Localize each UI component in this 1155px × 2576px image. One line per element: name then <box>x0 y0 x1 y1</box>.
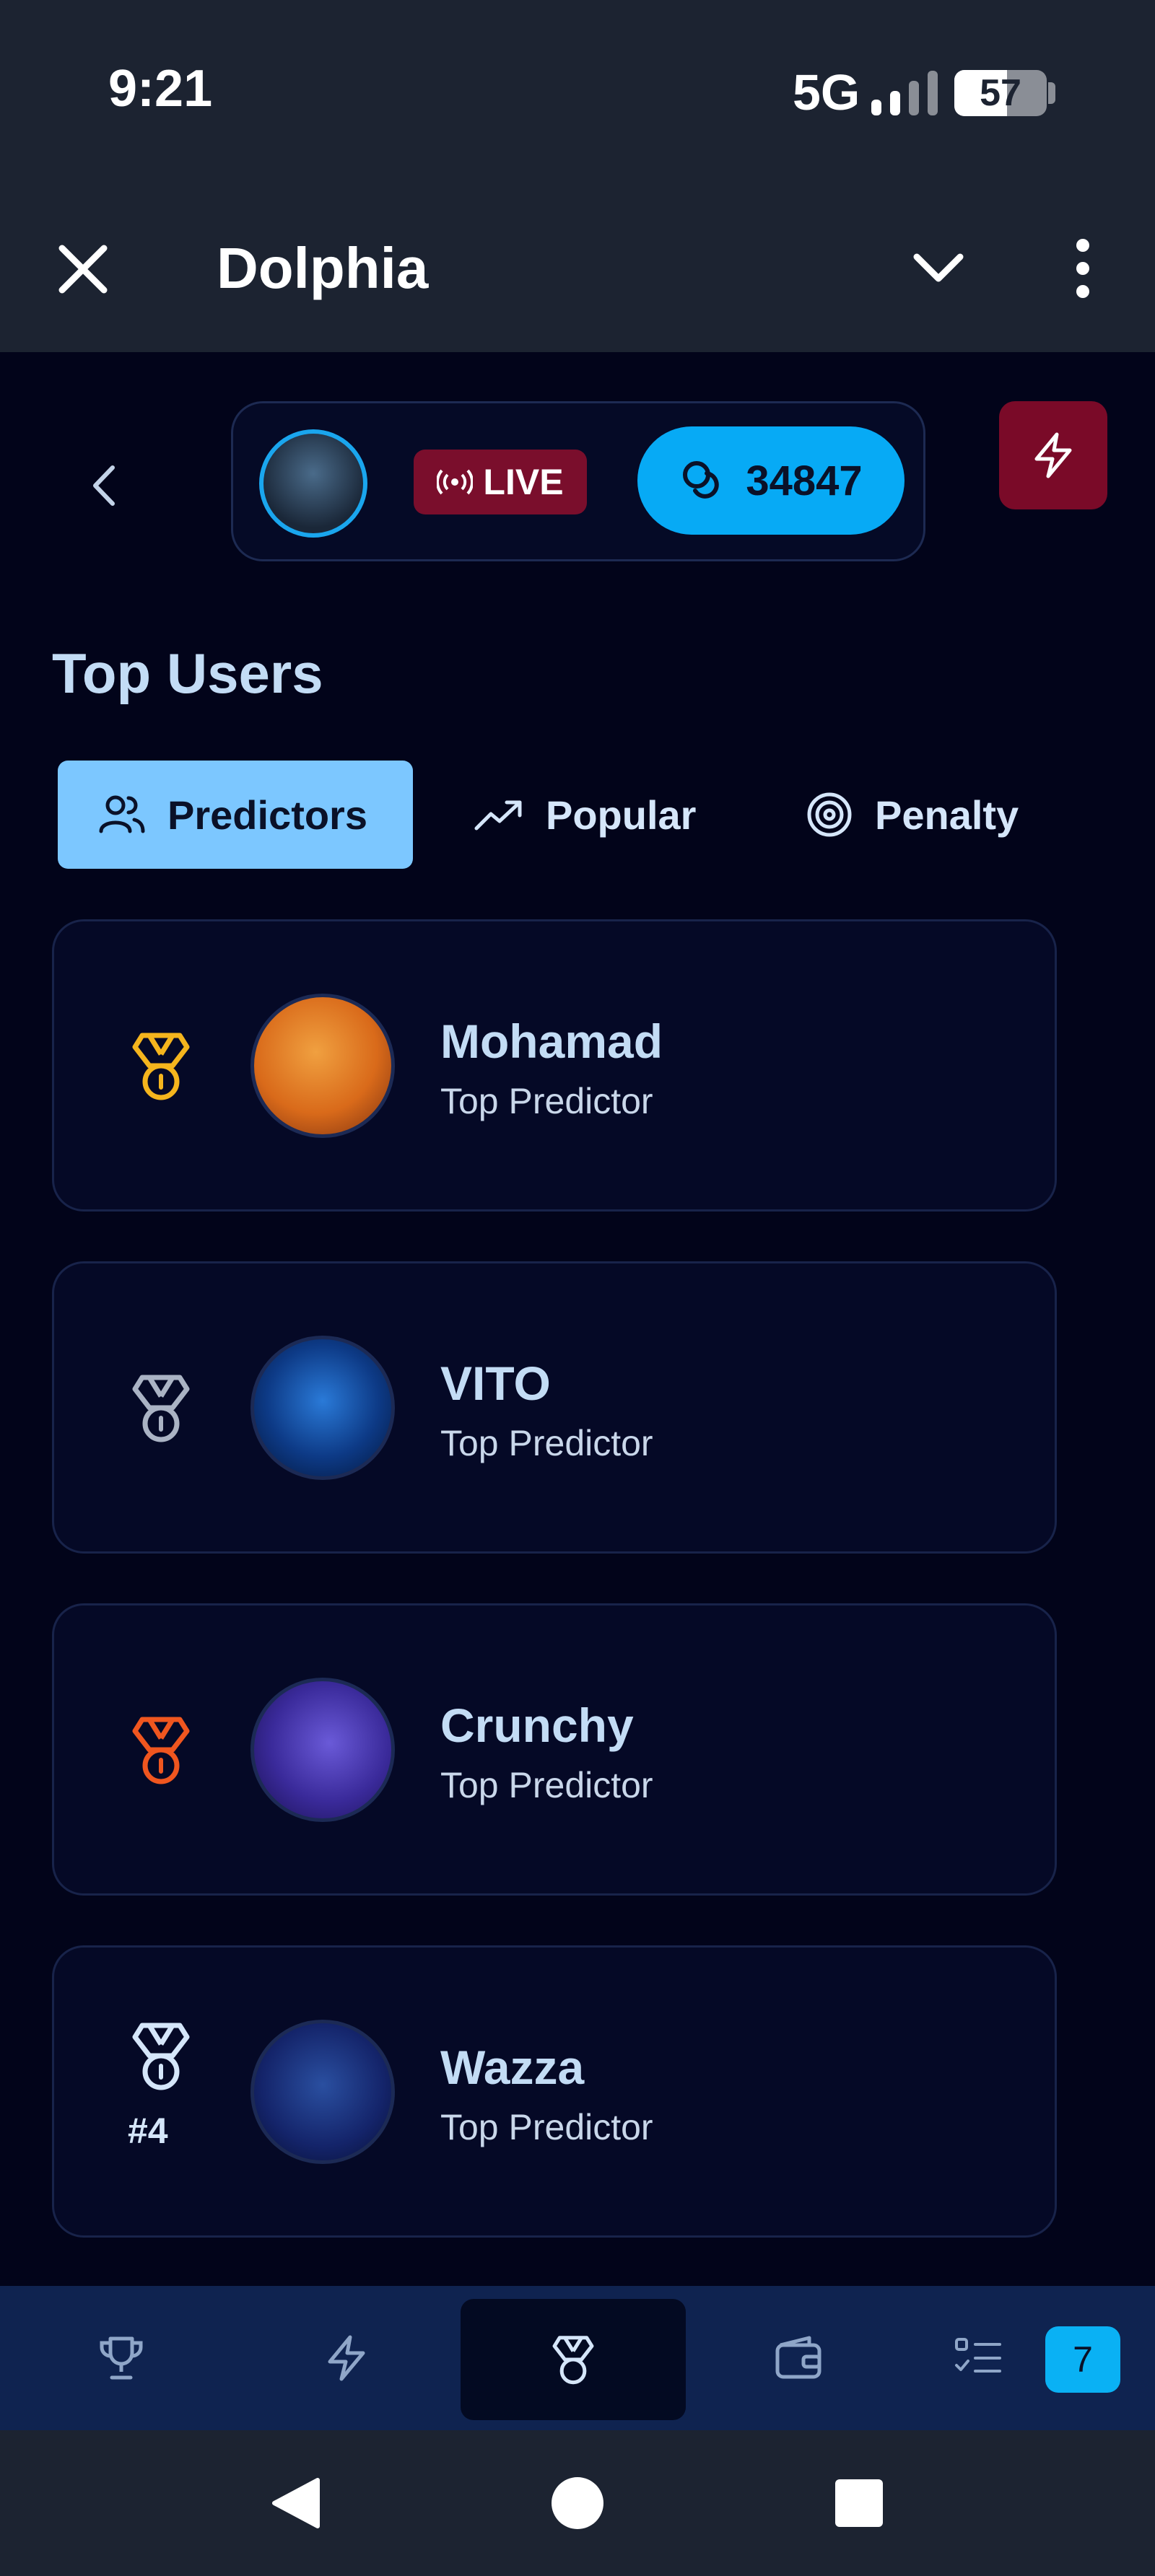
bolt-icon <box>1034 432 1072 478</box>
user-role: Top Predictor <box>440 1081 653 1121</box>
wallet-icon <box>775 2336 821 2379</box>
battery-percent: 57 <box>980 72 1021 114</box>
app-bar: Dolphia <box>0 180 1155 352</box>
tab-popular[interactable]: Popular <box>474 761 696 869</box>
section-title: Top Users <box>52 641 323 705</box>
nav-tasks[interactable] <box>921 2286 1037 2430</box>
avatar <box>250 994 395 1138</box>
tab-penalty[interactable]: Penalty <box>806 761 1019 869</box>
avatar[interactable] <box>259 429 367 538</box>
home-circle-icon <box>552 2477 603 2529</box>
user-name: VITO <box>440 1357 551 1410</box>
nav-wallet[interactable] <box>741 2286 856 2430</box>
target-icon <box>807 792 852 837</box>
status-time: 9:21 <box>108 60 213 118</box>
live-label: LIVE <box>483 462 564 502</box>
live-badge: LIVE <box>414 450 587 514</box>
tab-label: Popular <box>546 792 697 838</box>
rank-label: #4 <box>128 2111 168 2151</box>
user-name: Mohamad <box>440 1015 663 1068</box>
user-role: Top Predictor <box>440 2107 653 2147</box>
status-bar: 9:21 5G 57 <box>0 0 1155 180</box>
back-nav-button[interactable] <box>253 2430 339 2576</box>
battery-cap <box>1048 82 1055 104</box>
tab-bar: Predictors Popular Penalty <box>58 761 1104 869</box>
chevron-down-icon[interactable] <box>910 247 967 290</box>
medal-icon <box>552 2336 594 2385</box>
notification-badge[interactable]: 7 <box>1045 2326 1120 2393</box>
task-list-icon <box>955 2338 1001 2373</box>
system-navigation-bar <box>0 2430 1155 2576</box>
more-vertical-icon[interactable] <box>1065 232 1101 305</box>
tab-predictors[interactable]: Predictors <box>58 761 413 869</box>
user-card[interactable]: #4 Wazza Top Predictor <box>52 1945 1057 2238</box>
user-role: Top Predictor <box>440 1765 653 1805</box>
medal-icon <box>132 2023 190 2090</box>
close-icon[interactable] <box>51 237 116 302</box>
coin-balance: 34847 <box>746 457 863 504</box>
recents-nav-button[interactable] <box>816 2430 902 2576</box>
coin-balance-button[interactable]: 34847 <box>637 426 905 535</box>
user-name: Crunchy <box>440 1699 634 1752</box>
recents-square-icon <box>835 2479 883 2527</box>
bronze-medal-icon <box>132 1717 190 1784</box>
app-title: Dolphia <box>217 236 429 300</box>
avatar <box>250 1336 395 1480</box>
avatar <box>250 1678 395 1822</box>
nav-trophy[interactable] <box>64 2286 179 2430</box>
user-role: Top Predictor <box>440 1423 653 1463</box>
users-icon <box>99 795 145 833</box>
trophy-icon <box>100 2336 143 2380</box>
main-content: LIVE 34847 Top Users Predictors Popular … <box>0 352 1155 2286</box>
nav-bolt[interactable] <box>289 2286 404 2430</box>
gold-medal-icon <box>132 1033 190 1100</box>
trending-up-icon <box>474 800 522 831</box>
user-card[interactable]: VITO Top Predictor <box>52 1261 1057 1554</box>
bolt-icon <box>328 2335 365 2381</box>
coins-icon <box>683 461 720 499</box>
tab-label: Predictors <box>167 792 367 838</box>
chevron-left-icon[interactable] <box>87 460 123 511</box>
boost-button[interactable] <box>999 401 1107 509</box>
signal-icon <box>871 71 938 115</box>
home-nav-button[interactable] <box>534 2430 621 2576</box>
network-type: 5G <box>793 64 860 121</box>
bottom-nav: 7 <box>0 2286 1155 2430</box>
battery-icon: 57 <box>954 70 1047 116</box>
user-status-pill: LIVE 34847 <box>231 401 925 561</box>
tab-label: Penalty <box>875 792 1019 838</box>
back-triangle-icon <box>272 2478 320 2528</box>
nav-leaderboard[interactable] <box>461 2299 686 2420</box>
user-card[interactable]: Mohamad Top Predictor <box>52 919 1057 1212</box>
avatar <box>250 2020 395 2164</box>
silver-medal-icon <box>132 1375 190 1442</box>
user-card[interactable]: Crunchy Top Predictor <box>52 1603 1057 1896</box>
user-name: Wazza <box>440 2041 585 2094</box>
broadcast-icon <box>437 469 474 495</box>
